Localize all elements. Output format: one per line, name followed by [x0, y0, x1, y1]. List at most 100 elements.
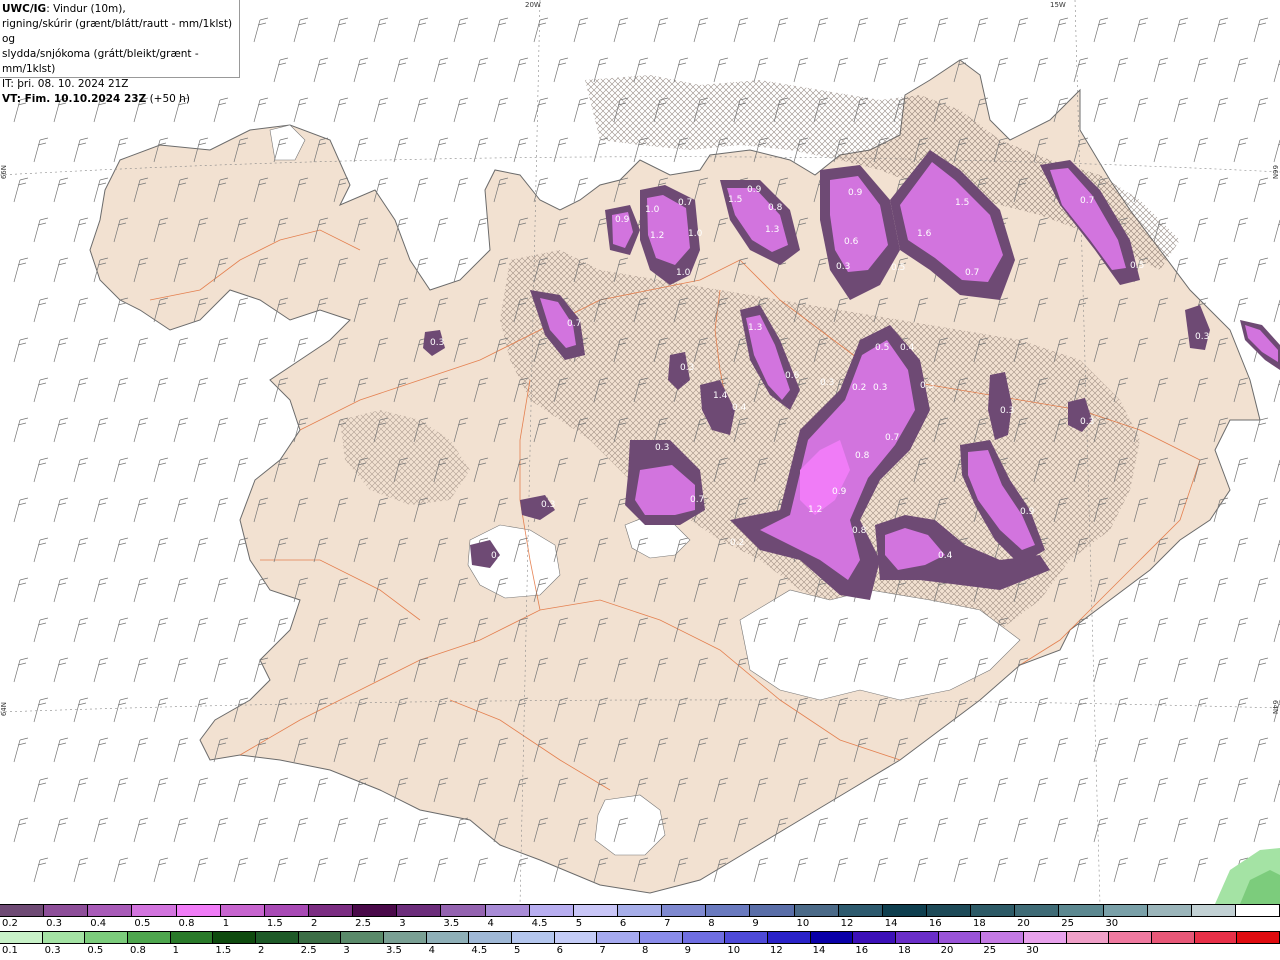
precip-value-label: 0.3 — [873, 383, 887, 393]
legend-swatch — [554, 932, 598, 943]
legend-swatch — [441, 905, 486, 916]
legend-swatch — [1237, 932, 1280, 943]
precip-value-label: 0.8 — [852, 526, 867, 536]
precip-value-label: 1.0 — [645, 205, 660, 215]
info-line-2: rigning/skúrir (grænt/blátt/rautt - mm/1… — [2, 18, 233, 45]
rain-legend-ticks: 0.1 0.3 0.5 0.8 1 1.5 2 2.5 3 3.5 4 4.5 5 6 7 8 9 10 12 14 1… — [0, 944, 1280, 957]
precip-value-label: 0.3 — [430, 338, 444, 348]
init-time: IT: þri. 08. 10. 2024 21Z — [2, 78, 129, 90]
legend-swatch — [0, 905, 45, 916]
legend-swatch — [971, 905, 1016, 916]
legend-tick-label: 10 — [727, 945, 741, 956]
precip-value-label: 0.4 — [900, 343, 915, 353]
snow-legend: 0.2 0.3 0.4 0.5 0.8 1 1.5 2 2.5 3 3.5 4 4.5 5 6 7 8 9 10 12… — [0, 904, 1280, 930]
legend-tick-label: 4 — [487, 918, 494, 929]
legend-tick-label: 20 — [940, 945, 954, 956]
legend-tick-label: 0.4 — [90, 918, 107, 929]
precip-value-label: 0.9 — [848, 188, 863, 198]
legend-tick-label: 3 — [343, 945, 350, 956]
legend-swatch — [573, 905, 618, 916]
precip-value-label: 0.3 — [1195, 332, 1209, 342]
legend-swatch — [1147, 905, 1192, 916]
legend-tick-label: 2 — [310, 918, 318, 929]
valid-time-rest: (+50 h) — [146, 93, 190, 105]
legend-tick-label: 0.5 — [134, 918, 151, 929]
legend-swatch — [794, 905, 839, 916]
weather-map[interactable]: 0.9 1.0 1.2 0.7 1.0 1.5 0.9 0.8 1.3 1.6 0.6 1.0 1.5 0… — [0, 0, 1280, 904]
legend-tick-label: 2.5 — [300, 945, 317, 956]
legend-swatch — [512, 932, 555, 943]
legend-swatch — [1191, 905, 1236, 916]
legend-tick-label: 1.5 — [215, 945, 232, 956]
legend-tick-label: 1.5 — [266, 918, 283, 929]
precip-value-label: 0.6 — [785, 371, 800, 381]
legend-swatch — [768, 932, 811, 943]
legend-swatch — [750, 905, 795, 916]
precip-value-label: 1.5 — [728, 195, 742, 205]
precip-value-label: 1.3 — [765, 225, 779, 235]
legend-swatch — [853, 932, 897, 943]
precip-value-label: 0.9 — [1020, 507, 1035, 517]
legend-tick-label: 7 — [664, 918, 671, 929]
precip-value-label: 0.9 — [747, 185, 762, 195]
legend-swatch — [128, 932, 171, 943]
precip-value-label: 1.2 — [650, 231, 664, 241]
lat-label-66n-right: 66N — [1271, 165, 1279, 180]
precip-value-label: 0.8 — [855, 451, 870, 461]
precip-value-label: 1.2 — [808, 505, 822, 515]
legend-swatch — [397, 905, 442, 916]
legend-tick-label: 0.3 — [46, 918, 63, 929]
product-title-rest: : Vindur (10m), — [46, 3, 126, 15]
legend-tick-label: 4.5 — [531, 918, 548, 929]
legend-swatch — [838, 905, 883, 916]
legend-swatch — [981, 932, 1025, 943]
legend-swatch — [469, 932, 513, 943]
precip-value-label: 0.7 — [965, 268, 979, 278]
info-box: UWC/IG: Vindur (10m), rigning/skúrir (gr… — [0, 0, 240, 105]
precip-value-label: 0.3 — [920, 381, 934, 391]
legend-swatch — [938, 932, 982, 943]
valid-time-label: VT: Fim. 10.10.2024 23Z — [2, 93, 147, 105]
legend-swatch — [426, 932, 470, 943]
legend-tick-label: 0.1 — [2, 945, 18, 956]
legend-swatch — [1015, 905, 1060, 916]
precip-value-label: 0.5 — [875, 343, 889, 353]
legend-swatch — [0, 932, 43, 943]
precip-value-label: 1.0 — [676, 268, 691, 278]
snow-legend-ticks: 0.2 0.3 0.4 0.5 0.8 1 1.5 2 2.5 3 3.5 4 4.5 5 6 7 8 9 10 12… — [0, 917, 1280, 930]
precip-value-label: 0.4 — [732, 403, 747, 413]
legend-swatch — [298, 932, 342, 943]
legend-swatch — [682, 932, 726, 943]
precip-value-label: 0.7 — [678, 198, 692, 208]
legend-swatch — [485, 905, 530, 916]
legend-swatch — [896, 932, 939, 943]
legend-swatch — [1109, 932, 1153, 943]
legend-tick-label: 30 — [1105, 918, 1119, 929]
precip-value-label: 1.5 — [955, 198, 969, 208]
legend-tick-label: 0.3 — [44, 945, 61, 956]
legend-tick-label: 0.5 — [87, 945, 104, 956]
lon-label-15w: 15W — [1050, 1, 1066, 9]
legend-swatch — [132, 905, 177, 916]
legend-swatch — [220, 905, 265, 916]
legend-swatch — [926, 905, 972, 916]
precip-value-label: 0.3 — [680, 363, 694, 373]
legend-swatch — [264, 905, 309, 916]
legend-swatch — [529, 905, 574, 916]
legend-tick-label: 10 — [796, 918, 810, 929]
legend-tick-label: 0.8 — [178, 918, 195, 929]
legend-tick-label: 5 — [575, 918, 583, 929]
legend-tick-label: 12 — [770, 945, 783, 956]
legend-tick-label: 14 — [884, 918, 898, 929]
legend-swatch — [308, 905, 354, 916]
precip-value-label: 0.5 — [891, 263, 905, 273]
legend-swatch — [1059, 905, 1104, 916]
precip-value-label: 0.9 — [615, 215, 630, 225]
lat-label-64n-left: 64N — [0, 702, 8, 717]
legend-swatch — [725, 932, 769, 943]
legend-tick-label: 5 — [514, 945, 521, 956]
precip-value-label: 0.7 — [567, 319, 581, 329]
product-title: UWC/IG — [2, 3, 47, 15]
legend-swatch — [706, 905, 751, 916]
precip-value-label: 0.3 — [655, 443, 669, 453]
